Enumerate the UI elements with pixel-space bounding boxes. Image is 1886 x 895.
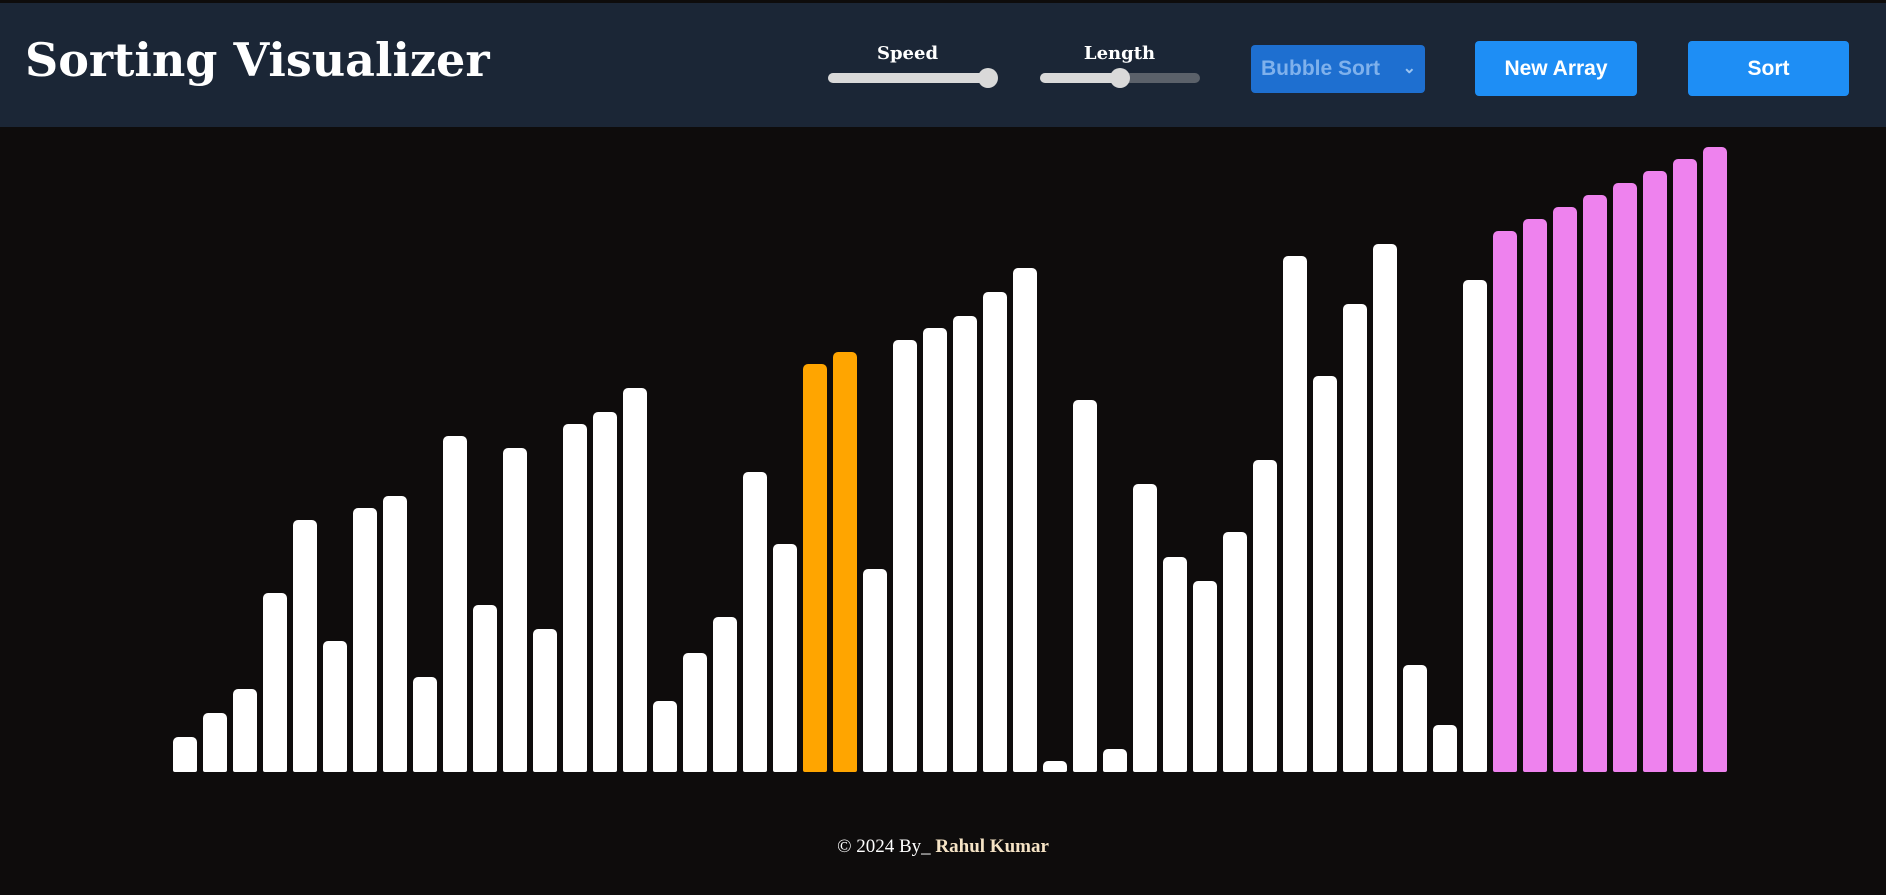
array-bar (323, 641, 347, 772)
array-bar (803, 364, 827, 772)
array-bar (1193, 581, 1217, 772)
array-bar (1073, 400, 1097, 772)
array-bar (1433, 725, 1457, 772)
array-bar (623, 388, 647, 772)
array-bar (1313, 376, 1337, 772)
array-bar (533, 629, 557, 772)
speed-control: Speed (825, 43, 998, 88)
array-bar (1343, 304, 1367, 772)
array-bar (353, 508, 377, 772)
array-bar (413, 677, 437, 772)
array-bar (593, 412, 617, 772)
sort-button[interactable]: Sort (1688, 41, 1849, 96)
speed-slider[interactable] (827, 68, 998, 88)
length-control: Length (1037, 43, 1202, 88)
length-slider[interactable] (1039, 68, 1200, 88)
footer: © 2024 By_ Rahul Kumar (0, 836, 1886, 858)
array-bar (263, 593, 287, 772)
speed-slider-thumb[interactable] (977, 68, 998, 88)
array-bar (1673, 159, 1697, 772)
array-bar (233, 689, 257, 772)
array-bar (1103, 749, 1127, 772)
array-bar (1253, 460, 1277, 772)
algorithm-select[interactable]: Bubble Sort ⌄ (1251, 45, 1425, 93)
array-bar (653, 701, 677, 772)
bars-container (0, 127, 1886, 777)
array-bar (863, 569, 887, 772)
array-bar (743, 472, 767, 772)
array-bar (1583, 195, 1607, 772)
array-bar (983, 292, 1007, 772)
array-bar (1283, 256, 1307, 772)
speed-label: Speed (876, 43, 939, 64)
array-bar (473, 605, 497, 772)
length-slider-fill (1039, 73, 1120, 83)
footer-author: Rahul Kumar (935, 836, 1049, 857)
array-bar (1133, 484, 1157, 772)
array-bar (833, 352, 857, 772)
array-bar (1523, 219, 1547, 772)
page-title: Sorting Visualizer (25, 33, 490, 87)
array-bar (1373, 244, 1397, 772)
array-bar (1703, 147, 1727, 772)
array-bar (443, 436, 467, 772)
app-header: Sorting Visualizer Speed Length Bubble S… (0, 3, 1886, 127)
array-bar (563, 424, 587, 772)
new-array-button[interactable]: New Array (1475, 41, 1637, 96)
array-bar (1043, 761, 1067, 772)
array-bar (1223, 532, 1247, 772)
array-bar (1553, 207, 1577, 772)
array-bar (1013, 268, 1037, 772)
array-bar (173, 737, 197, 772)
array-bar (293, 520, 317, 772)
array-bar (713, 617, 737, 772)
array-bar (923, 328, 947, 772)
array-bar (683, 653, 707, 772)
algorithm-select-value: Bubble Sort (1261, 57, 1380, 80)
length-label: Length (1083, 43, 1156, 64)
length-slider-thumb[interactable] (1109, 68, 1130, 88)
array-bar (383, 496, 407, 772)
array-bar (893, 340, 917, 772)
array-bar (1613, 183, 1637, 772)
array-bar (503, 448, 527, 772)
array-bar (1493, 231, 1517, 772)
array-bar (1643, 171, 1667, 772)
array-bar (1463, 280, 1487, 772)
array-bar (953, 316, 977, 772)
array-bar (1403, 665, 1427, 772)
array-bar (1163, 557, 1187, 772)
array-bar (773, 544, 797, 772)
chevron-down-icon: ⌄ (1402, 60, 1416, 77)
speed-slider-fill (827, 73, 988, 83)
array-bar (203, 713, 227, 772)
footer-copyright: © 2024 By_ (837, 836, 936, 857)
